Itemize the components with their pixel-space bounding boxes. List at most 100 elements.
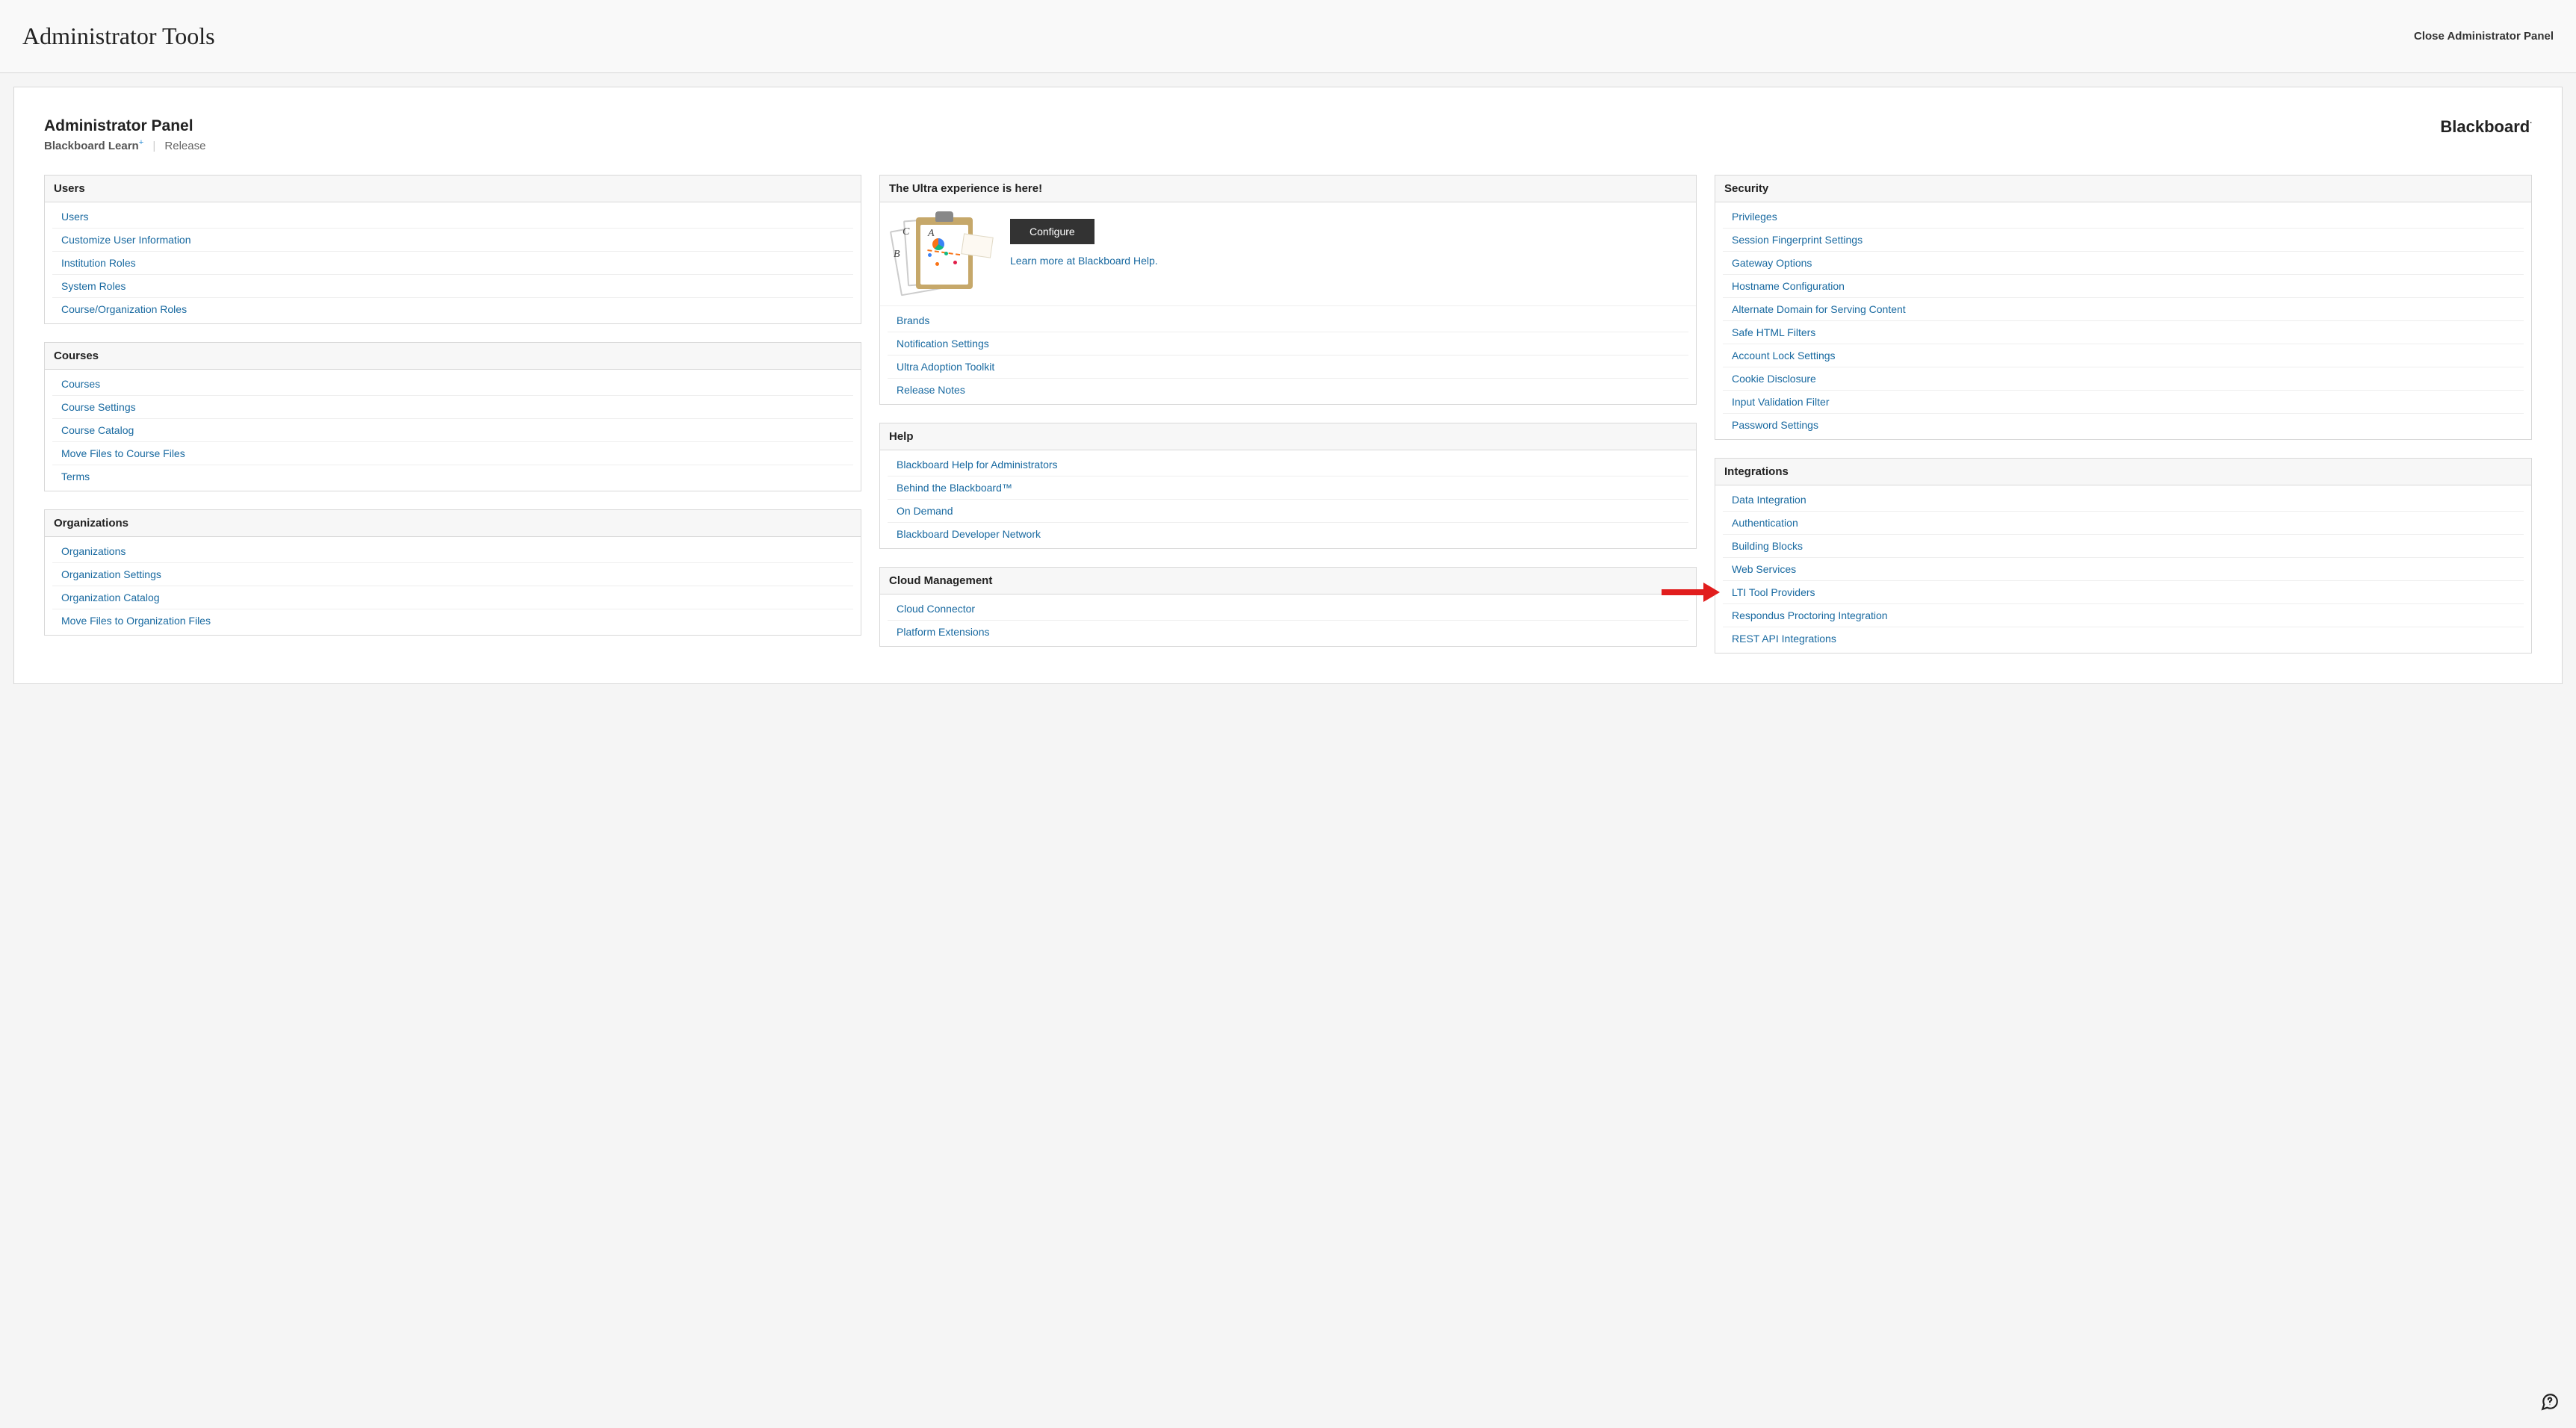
institution-roles-link[interactable]: Institution Roles: [61, 257, 136, 269]
cloud-module-header: Cloud Management: [880, 568, 1696, 595]
data-integration-link[interactable]: Data Integration: [1732, 494, 1806, 506]
alternate-domain-link[interactable]: Alternate Domain for Serving Content: [1732, 303, 1906, 315]
page-title: Administrator Tools: [22, 22, 215, 50]
list-item: Course Settings: [52, 396, 853, 419]
privileges-link[interactable]: Privileges: [1732, 211, 1777, 223]
rest-api-integrations-link[interactable]: REST API Integrations: [1732, 633, 1836, 645]
list-item: Courses: [52, 373, 853, 396]
list-item: Organization Settings: [52, 563, 853, 586]
separator: |: [152, 140, 155, 152]
system-roles-link[interactable]: System Roles: [61, 280, 126, 292]
integrations-module-header: Integrations: [1715, 459, 2531, 485]
list-item: Web Services: [1723, 558, 2524, 581]
move-files-course-link[interactable]: Move Files to Course Files: [61, 447, 185, 459]
list-item: Safe HTML Filters: [1723, 321, 2524, 344]
list-item: Release Notes: [888, 379, 1688, 401]
cloud-connector-link[interactable]: Cloud Connector: [897, 603, 975, 615]
brands-link[interactable]: Brands: [897, 314, 929, 326]
respondus-proctoring-link[interactable]: Respondus Proctoring Integration: [1732, 609, 1888, 621]
building-blocks-link[interactable]: Building Blocks: [1732, 540, 1803, 552]
list-item: Session Fingerprint Settings: [1723, 229, 2524, 252]
organizations-link[interactable]: Organizations: [61, 545, 126, 557]
learn-more-link[interactable]: Learn more at Blackboard Help.: [1010, 255, 1685, 267]
list-item: Organizations: [52, 540, 853, 563]
list-item: Move Files to Organization Files: [52, 609, 853, 632]
blackboard-logo: Blackboard.: [2440, 117, 2532, 137]
integrations-module: Integrations Data Integration Authentica…: [1715, 458, 2532, 654]
list-item: On Demand: [888, 500, 1688, 523]
bb-developer-network-link[interactable]: Blackboard Developer Network: [897, 528, 1041, 540]
ultra-module-header: The Ultra experience is here!: [880, 176, 1696, 202]
list-item: Platform Extensions: [888, 621, 1688, 643]
web-services-link[interactable]: Web Services: [1732, 563, 1796, 575]
courses-link[interactable]: Courses: [61, 378, 100, 390]
move-files-org-link[interactable]: Move Files to Organization Files: [61, 615, 211, 627]
organization-settings-link[interactable]: Organization Settings: [61, 568, 161, 580]
hostname-config-link[interactable]: Hostname Configuration: [1732, 280, 1845, 292]
course-org-roles-link[interactable]: Course/Organization Roles: [61, 303, 187, 315]
panel-subheading: Blackboard Learn+ | Release: [44, 138, 205, 152]
list-item: System Roles: [52, 275, 853, 298]
list-item: LTI Tool Providers: [1723, 581, 2524, 604]
users-link[interactable]: Users: [61, 211, 89, 223]
ultra-module: The Ultra experience is here! B C A: [879, 175, 1697, 405]
list-item: Privileges: [1723, 205, 2524, 229]
list-item: Terms: [52, 465, 853, 488]
list-item: Data Integration: [1723, 488, 2524, 512]
gateway-options-link[interactable]: Gateway Options: [1732, 257, 1812, 269]
courses-module: Courses Courses Course Settings Course C…: [44, 342, 861, 491]
list-item: Authentication: [1723, 512, 2524, 535]
ultra-adoption-toolkit-link[interactable]: Ultra Adoption Toolkit: [897, 361, 994, 373]
behind-blackboard-link[interactable]: Behind the Blackboard™: [897, 482, 1012, 494]
list-item: Course Catalog: [52, 419, 853, 442]
list-item: Users: [52, 205, 853, 229]
product-name: Blackboard Learn: [44, 140, 139, 152]
help-chat-button[interactable]: [2539, 1391, 2561, 1413]
lti-tool-providers-link[interactable]: LTI Tool Providers: [1732, 586, 1815, 598]
list-item: Notification Settings: [888, 332, 1688, 356]
cookie-disclosure-link[interactable]: Cookie Disclosure: [1732, 373, 1816, 385]
panel-header: Administrator Panel Blackboard Learn+ | …: [44, 117, 2532, 152]
password-settings-link[interactable]: Password Settings: [1732, 419, 1818, 431]
panel-heading: Administrator Panel: [44, 117, 205, 135]
bb-help-admins-link[interactable]: Blackboard Help for Administrators: [897, 459, 1058, 471]
list-item: Behind the Blackboard™: [888, 476, 1688, 500]
notification-settings-link[interactable]: Notification Settings: [897, 338, 989, 350]
users-module: Users Users Customize User Information I…: [44, 175, 861, 324]
organization-catalog-link[interactable]: Organization Catalog: [61, 592, 160, 603]
list-item: Gateway Options: [1723, 252, 2524, 275]
list-item: Password Settings: [1723, 414, 2524, 436]
customize-user-info-link[interactable]: Customize User Information: [61, 234, 191, 246]
list-item: Blackboard Help for Administrators: [888, 453, 1688, 476]
list-item: Cookie Disclosure: [1723, 367, 2524, 391]
list-item: Account Lock Settings: [1723, 344, 2524, 367]
configure-button[interactable]: Configure: [1010, 219, 1095, 244]
list-item: Alternate Domain for Serving Content: [1723, 298, 2524, 321]
terms-link[interactable]: Terms: [61, 471, 90, 482]
list-item: Organization Catalog: [52, 586, 853, 609]
ultra-illustration: B C A: [891, 216, 988, 291]
list-item: Respondus Proctoring Integration: [1723, 604, 2524, 627]
list-item: Brands: [888, 309, 1688, 332]
security-module-header: Security: [1715, 176, 2531, 202]
list-item: Blackboard Developer Network: [888, 523, 1688, 545]
on-demand-link[interactable]: On Demand: [897, 505, 953, 517]
authentication-link[interactable]: Authentication: [1732, 517, 1798, 529]
list-item: REST API Integrations: [1723, 627, 2524, 650]
account-lock-link[interactable]: Account Lock Settings: [1732, 350, 1836, 361]
course-catalog-link[interactable]: Course Catalog: [61, 424, 134, 436]
session-fingerprint-link[interactable]: Session Fingerprint Settings: [1732, 234, 1863, 246]
list-item: Course/Organization Roles: [52, 298, 853, 320]
organizations-module-header: Organizations: [45, 510, 861, 537]
organizations-module: Organizations Organizations Organization…: [44, 509, 861, 636]
list-item: Ultra Adoption Toolkit: [888, 356, 1688, 379]
plus-icon: +: [139, 138, 143, 147]
input-validation-link[interactable]: Input Validation Filter: [1732, 396, 1829, 408]
list-item: Institution Roles: [52, 252, 853, 275]
platform-extensions-link[interactable]: Platform Extensions: [897, 626, 990, 638]
safe-html-filters-link[interactable]: Safe HTML Filters: [1732, 326, 1815, 338]
course-settings-link[interactable]: Course Settings: [61, 401, 136, 413]
release-notes-link[interactable]: Release Notes: [897, 384, 965, 396]
release-label: Release: [164, 140, 205, 152]
close-admin-panel-link[interactable]: Close Administrator Panel: [2414, 30, 2554, 43]
